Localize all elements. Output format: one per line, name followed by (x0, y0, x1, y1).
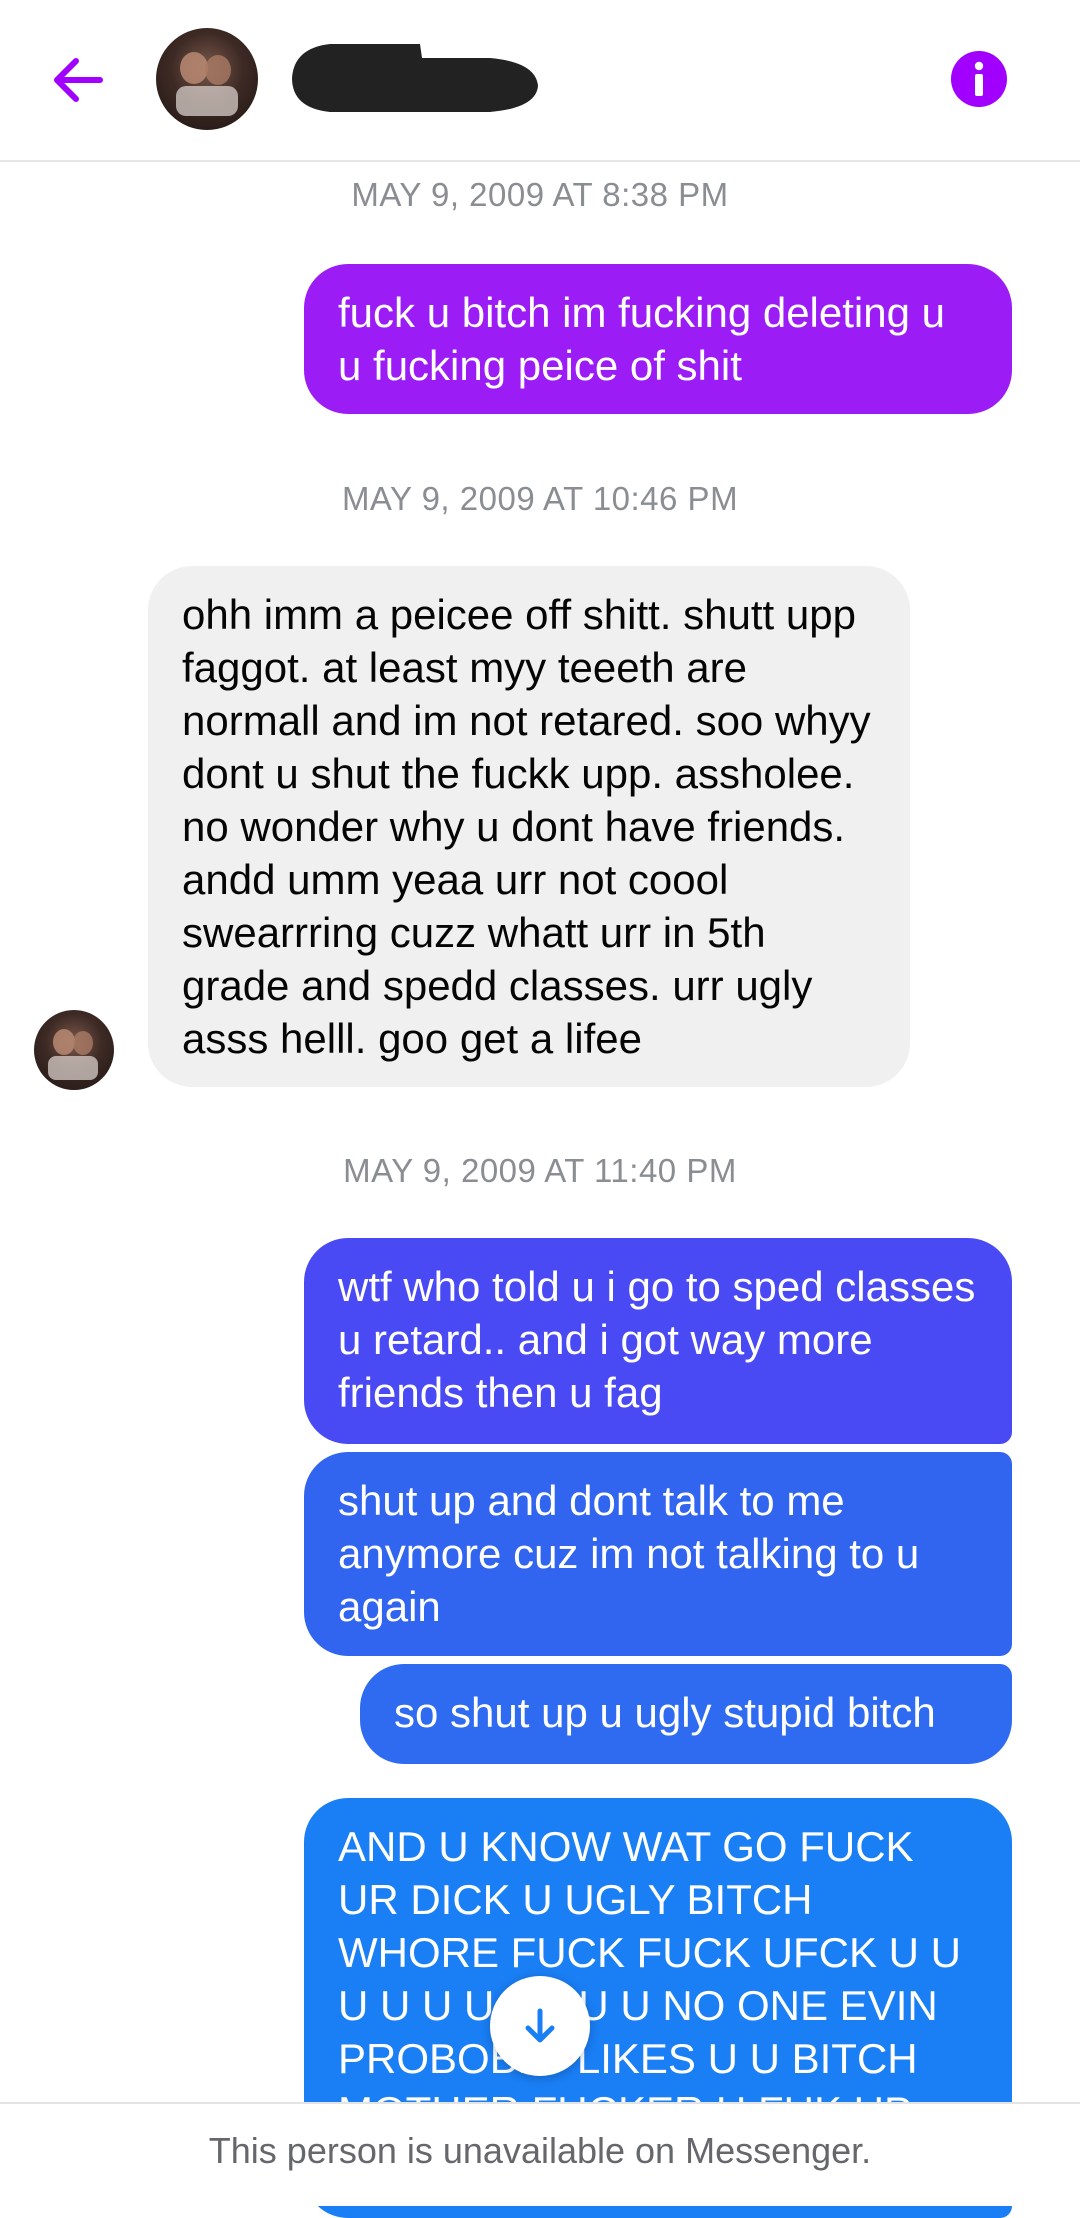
message-bubble-outgoing[interactable]: wtf who told u i go to sped classes u re… (304, 1238, 1012, 1444)
arrow-down-icon (525, 2008, 555, 2043)
timestamp: MAY 9, 2009 AT 8:38 PM (351, 176, 729, 213)
message-bubble-outgoing[interactable]: shut up and dont talk to me anymore cuz … (304, 1452, 1012, 1656)
back-button[interactable] (46, 48, 110, 112)
message-bubble-outgoing[interactable]: fuck u bitch im fucking deleting u u fuc… (304, 264, 1012, 414)
name-redaction (292, 44, 538, 112)
sender-avatar[interactable] (34, 1010, 114, 1090)
unavailable-footer: This person is unavailable on Messenger. (0, 2102, 1080, 2206)
arrow-left-icon (54, 58, 103, 102)
message-bubble-incoming[interactable]: ohh imm a peicee off shitt. shutt upp fa… (148, 566, 910, 1087)
contact-avatar[interactable] (156, 28, 258, 130)
conversation-header: N (0, 0, 1080, 162)
unavailable-notice: This person is unavailable on Messenger. (208, 2130, 872, 2171)
message-bubble-outgoing[interactable]: so shut up u ugly stupid bitch (360, 1664, 1012, 1764)
info-button[interactable] (950, 50, 1008, 108)
info-icon (951, 51, 1007, 107)
scroll-to-bottom-button[interactable] (490, 1976, 590, 2076)
timestamp: MAY 9, 2009 AT 11:40 PM (343, 1152, 737, 1189)
timestamp: MAY 9, 2009 AT 10:46 PM (341, 480, 739, 517)
